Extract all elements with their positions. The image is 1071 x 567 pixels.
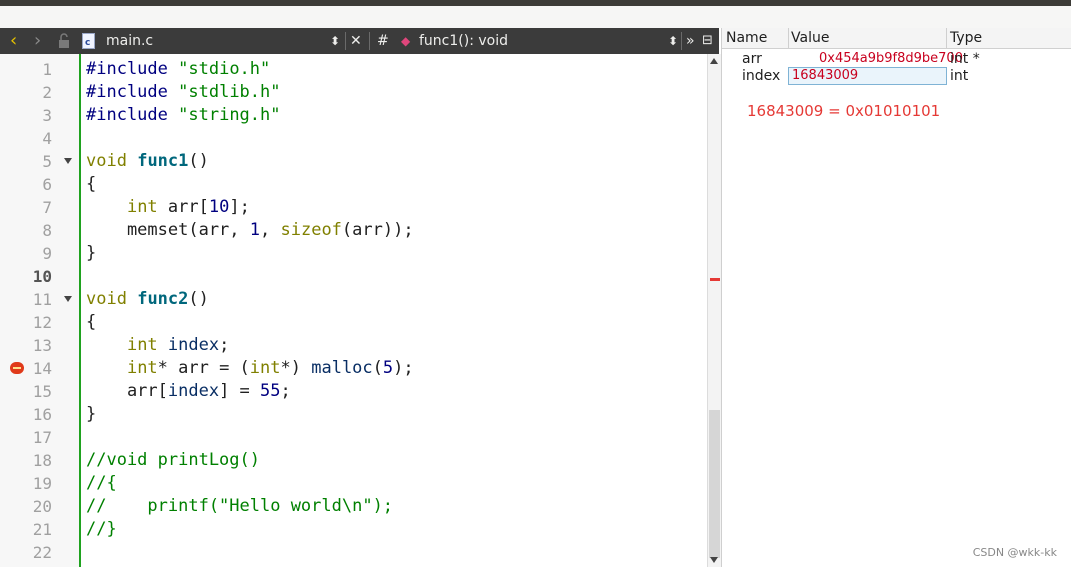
var-value: 16843009 [792,68,859,83]
fold-arrow-icon[interactable] [64,158,72,164]
locals-row[interactable]: arr 0x454a9b9f8d9be700 int * [722,50,1071,68]
symbol-hash[interactable]: # [377,28,389,54]
var-type: int * [950,51,980,67]
line-gutter: 1 2 3 4 5 6 7 8 9 10 11 12 13 14 15 16 1… [0,54,80,567]
scrollbar-thumb[interactable] [709,410,720,558]
var-name: arr [742,51,762,67]
code-line[interactable]: int arr[10]; [86,196,250,219]
file-name[interactable]: main.c [106,28,153,54]
code-editor[interactable]: 1 2 3 4 5 6 7 8 9 10 11 12 13 14 15 16 1… [0,54,707,567]
line-number: 18 [32,451,52,470]
code-line[interactable]: int index; [86,334,229,357]
back-icon[interactable]: ‹ [10,28,17,54]
code-line[interactable]: #include "stdlib.h" [86,81,281,104]
breakpoint-icon[interactable] [10,362,24,374]
code-line[interactable]: } [86,242,96,265]
line-number: 1 [42,60,52,79]
file-dropdown-icon[interactable]: ⬍ [330,28,340,54]
function-selector[interactable]: func1(): void [419,28,508,54]
line-number: 4 [42,129,52,148]
line-number: 17 [32,428,52,447]
line-number: 16 [32,405,52,424]
line-number: 3 [42,106,52,125]
line-number: 13 [32,336,52,355]
value-annotation: 16843009 = 0x01010101 [747,102,941,120]
close-icon[interactable]: ✕ [350,28,362,54]
more-icon[interactable]: » [686,28,695,54]
line-number: 11 [32,290,52,309]
fold-arrow-icon[interactable] [64,296,72,302]
code-line[interactable]: void func1() [86,150,209,173]
editor-toolbar: ‹ › c main.c ⬍ ✕ # ◆ func1(): void ⬍ » ⊟ [0,28,719,54]
svg-text:c: c [85,38,90,48]
line-number: 22 [32,543,52,562]
code-line[interactable]: //} [86,518,117,541]
line-number: 2 [42,83,52,102]
locals-panel: Name Value Type arr 0x454a9b9f8d9be700 i… [721,28,1071,567]
code-line[interactable]: #include "string.h" [86,104,281,127]
code-line[interactable]: //void printLog() [86,449,260,472]
line-number: 5 [42,152,52,171]
line-number: 21 [32,520,52,539]
var-value: 0x454a9b9f8d9be700 [819,51,963,66]
locals-header: Name Value Type [722,28,1071,49]
code-line[interactable]: } [86,403,96,426]
code-line[interactable]: memset(arr, 1, sizeof(arr)); [86,219,414,242]
line-number: 20 [32,497,52,516]
code-line[interactable]: // printf("Hello world\n"); [86,495,393,518]
error-marker [710,278,720,281]
header-type[interactable]: Type [950,30,982,46]
function-icon: ◆ [401,34,411,48]
header-name[interactable]: Name [726,30,767,46]
line-number: 12 [32,313,52,332]
function-dropdown-icon[interactable]: ⬍ [668,28,678,54]
gutter-change-bar [79,54,81,567]
watermark: CSDN @wkk-kk [972,546,1057,559]
forward-icon[interactable]: › [34,28,41,54]
scroll-up-icon[interactable] [710,58,718,64]
line-number: 19 [32,474,52,493]
line-number: 7 [42,198,52,217]
line-number: 9 [42,244,52,263]
window-title-area [0,6,1071,28]
line-number: 15 [32,382,52,401]
code-line[interactable]: void func2() [86,288,209,311]
line-number: 8 [42,221,52,240]
c-file-icon: c [82,28,95,54]
lock-icon [58,28,70,54]
code-line[interactable]: //{ [86,472,117,495]
code-line[interactable]: { [86,173,96,196]
scroll-down-icon[interactable] [710,557,718,563]
editor-scrollbar[interactable] [707,54,721,567]
code-line[interactable]: { [86,311,96,334]
locals-row[interactable]: index 16843009 int [722,67,1071,85]
split-icon[interactable]: ⊟ [702,28,713,54]
header-value[interactable]: Value [791,30,829,46]
code-line[interactable]: #include "stdio.h" [86,58,270,81]
current-line-number: 10 [32,267,52,286]
var-name: index [742,68,781,84]
line-number: 6 [42,175,52,194]
code-line[interactable]: arr[index] = 55; [86,380,291,403]
var-type: int [950,68,969,84]
code-line[interactable]: int* arr = (int*) malloc(5); [86,357,414,380]
